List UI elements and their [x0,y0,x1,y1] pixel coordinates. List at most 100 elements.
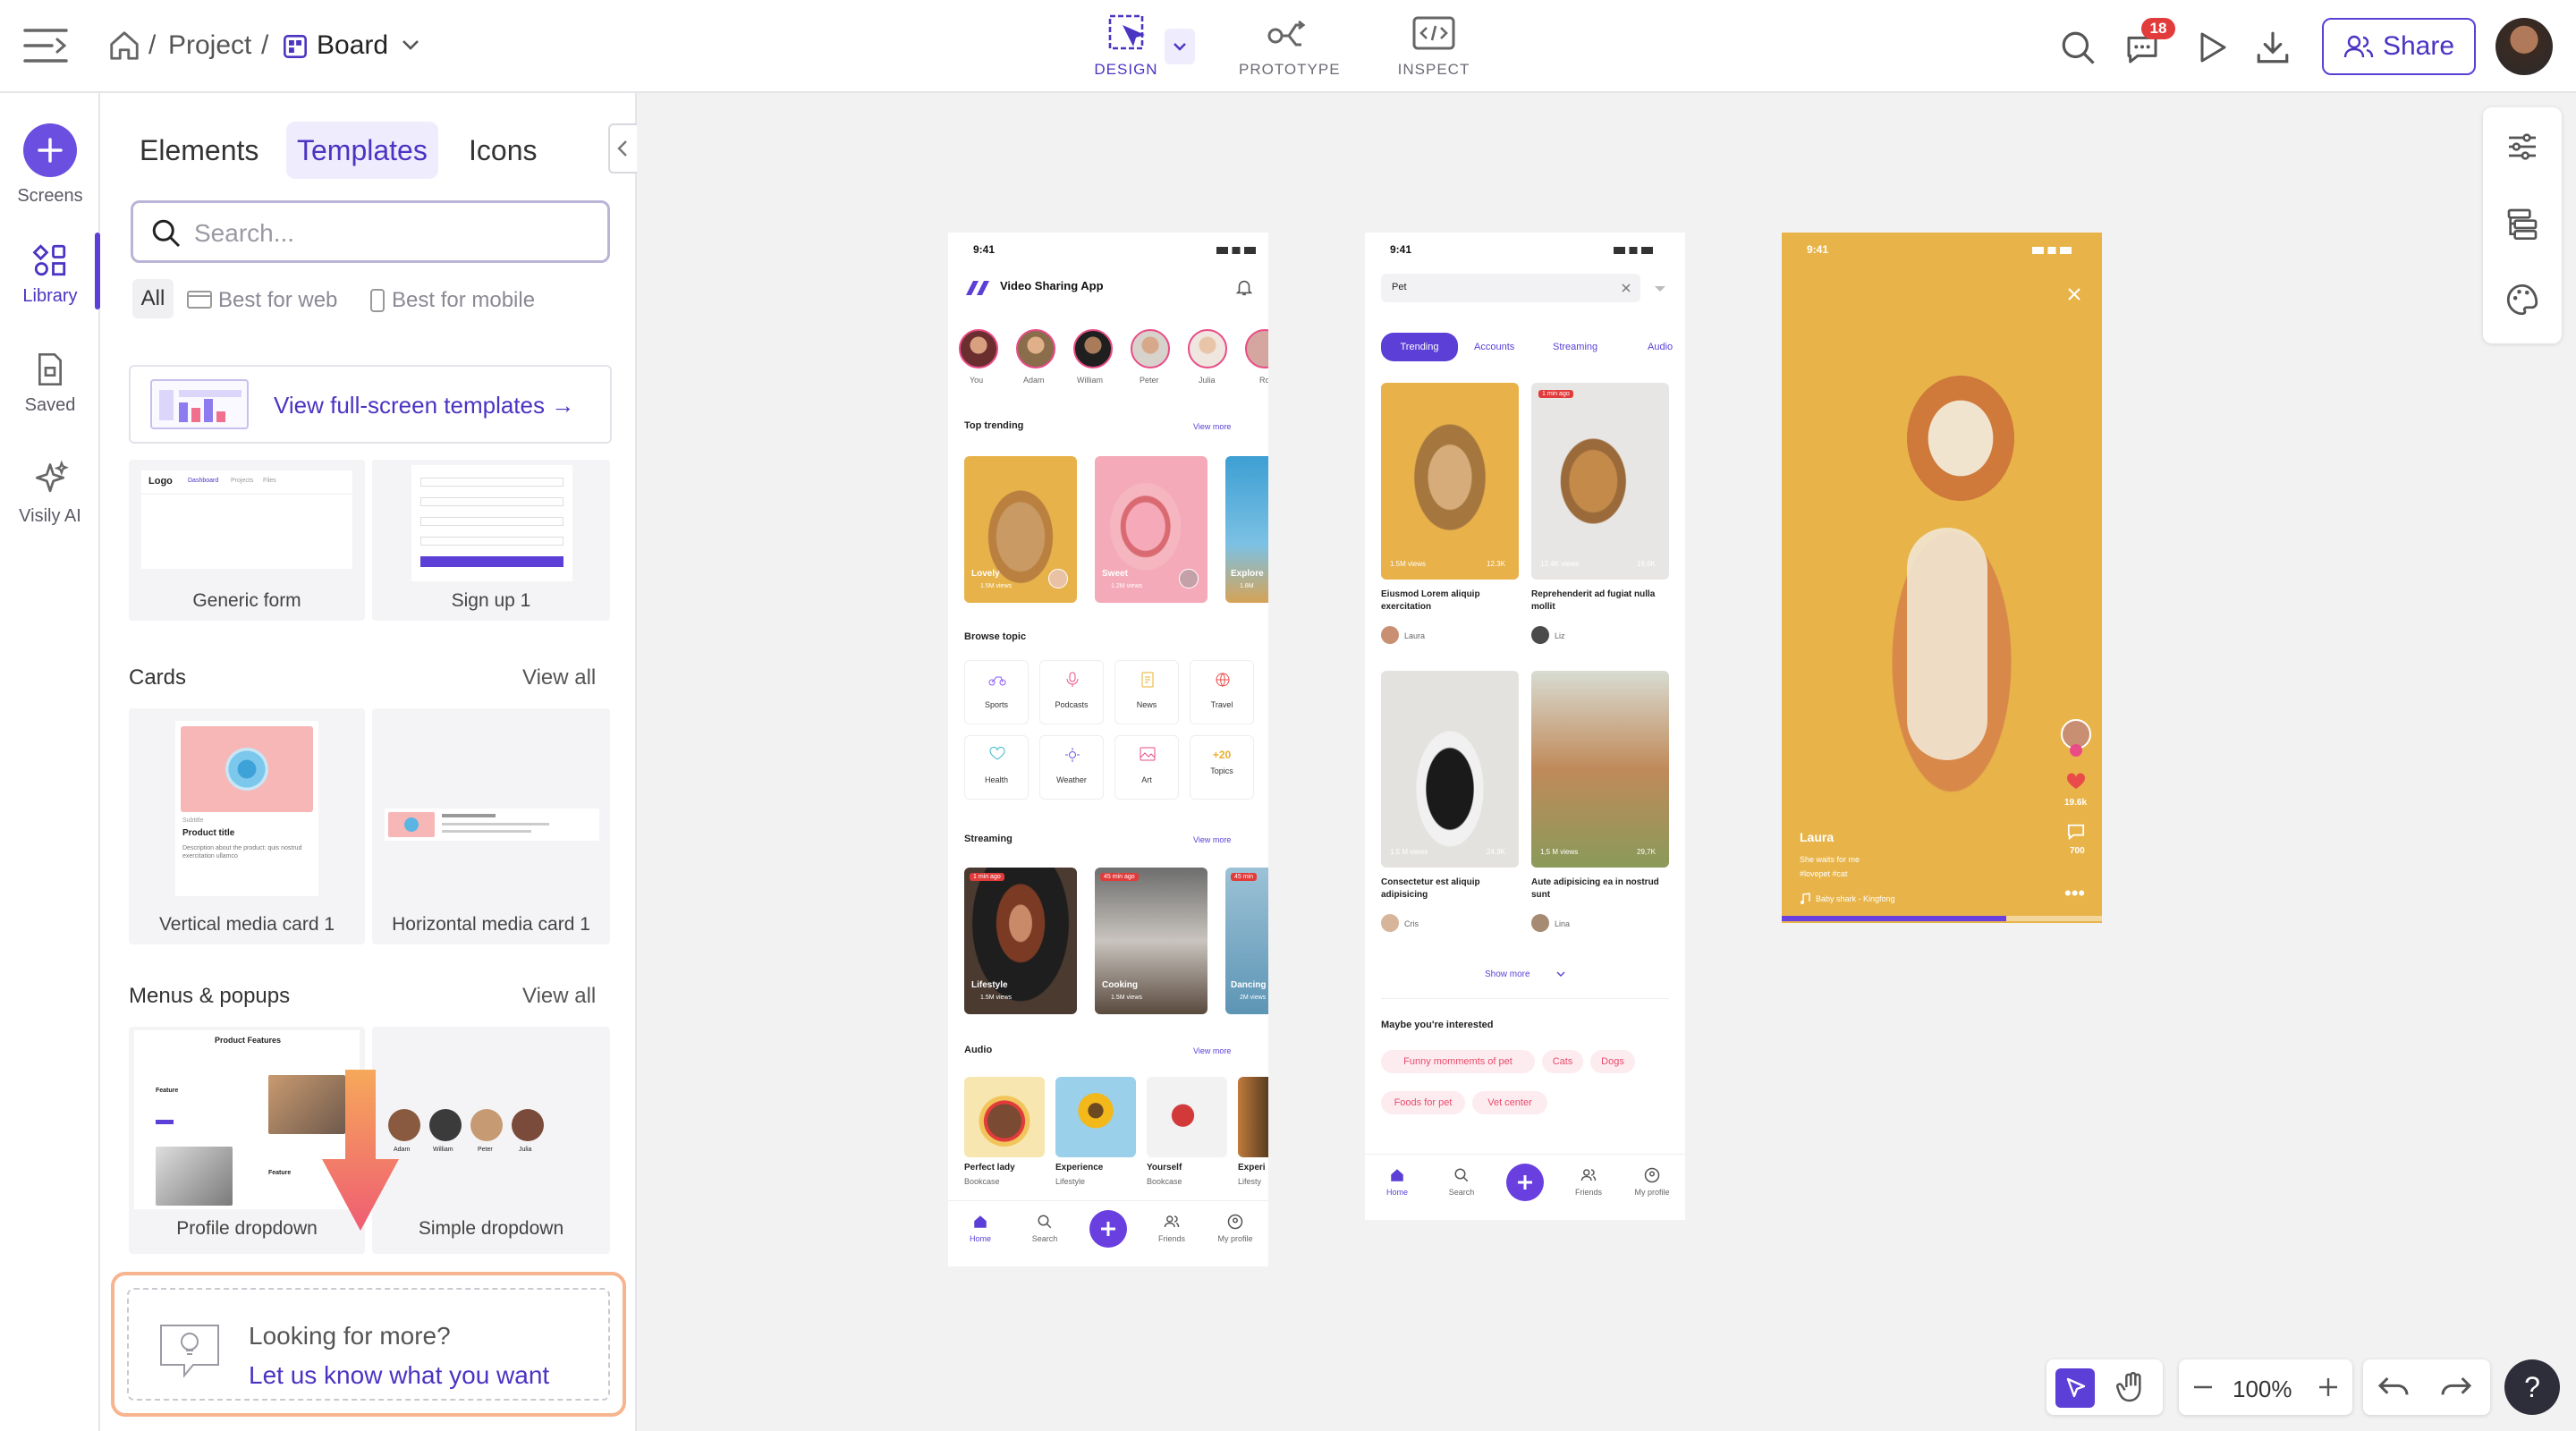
bell-icon[interactable] [1234,277,1254,301]
topic-travel[interactable]: Travel [1190,660,1254,724]
tab-templates[interactable]: Templates [286,122,438,179]
interest-tag[interactable]: Funny mommemts of pet [1381,1050,1535,1073]
tab-my-profile[interactable]: My profile [1628,1167,1676,1197]
redo-icon[interactable] [2438,1372,2474,1402]
chevron-down-icon[interactable] [401,38,420,56]
undo-icon[interactable] [2376,1372,2411,1402]
help-button[interactable]: ? [2504,1359,2560,1415]
mode-design[interactable]: DESIGN [1077,13,1175,79]
tab-home[interactable]: Home [961,1214,1000,1243]
tab-search[interactable]: Search [1442,1167,1481,1197]
show-more-button[interactable]: Show more [1485,970,1530,979]
stream-card[interactable]: 45 min Dancing 2M views [1225,868,1268,1014]
audio-cover[interactable] [1147,1077,1227,1157]
video-progress-track[interactable] [1782,916,2102,921]
story-avatar[interactable] [1016,329,1055,368]
tab-home[interactable]: Home [1377,1167,1417,1197]
tab-trending[interactable]: Trending [1381,333,1458,361]
story-avatar[interactable] [959,329,998,368]
tab-friends[interactable]: Friends [1569,1167,1608,1197]
template-horizontal-media-card[interactable]: Horizontal media card 1 [372,708,610,944]
zoom-out-button[interactable] [2190,1374,2216,1401]
filter-best-for-web[interactable]: Best for web [218,288,337,313]
mode-prototype[interactable]: PROTOTYPE [1239,13,1340,79]
filter-all[interactable]: All [132,279,174,318]
view-more-link[interactable]: View more [1193,422,1231,431]
template-sign-up-1[interactable]: Sign up 1 [372,460,610,621]
interest-tag[interactable]: Vet center [1472,1091,1547,1114]
more-icon[interactable]: ••• [2064,884,2085,903]
cards-view-all-link[interactable]: View all [522,665,596,690]
topic-news[interactable]: News [1114,660,1179,724]
tab-icons[interactable]: Icons [458,122,547,179]
topic-weather[interactable]: Weather [1039,735,1104,800]
template-vertical-media-card[interactable]: Subtitle Product title Description about… [129,708,365,944]
story-avatar[interactable] [1245,329,1268,368]
audio-cover[interactable] [964,1077,1045,1157]
share-button[interactable]: Share [2322,18,2476,75]
topic-art[interactable]: Art [1114,735,1179,800]
screen-home[interactable]: 9:41 Video Sharing App You Adam William … [948,233,1268,1266]
filter-dropdown-icon[interactable] [1653,284,1667,293]
audio-cover[interactable] [1238,1077,1268,1157]
download-icon[interactable] [2254,29,2292,71]
collapse-panel-button[interactable] [608,123,637,174]
nav-visily-ai[interactable]: Visily AI [0,460,100,527]
tab-search[interactable]: Search [1025,1214,1064,1243]
hand-icon[interactable] [2114,1369,2150,1405]
feedback-card[interactable]: Looking for more? Let us know what you w… [111,1272,626,1417]
result-thumbnail[interactable]: 1 min ago 12.4K views 19,6K [1531,383,1669,580]
screen-search-results[interactable]: 9:41 Pet Trending Accounts Streaming Aud… [1365,233,1685,1220]
screen-video-player[interactable]: 9:41 19.6k 700 ••• Laura She waits for m… [1782,233,2102,923]
fullscreen-templates-banner[interactable]: View full-screen templates → [129,365,612,444]
comment-icon[interactable] [2066,823,2086,841]
trending-card[interactable]: Explore 1.8M [1225,456,1268,603]
filter-best-for-mobile[interactable]: Best for mobile [392,288,535,313]
template-generic-form[interactable]: Logo Dashboard Projects Files Generic fo… [129,460,365,621]
heart-icon[interactable] [2066,773,2086,791]
story-avatar[interactable] [1188,329,1227,368]
home-icon[interactable] [107,29,141,67]
tab-audio[interactable]: Audio [1648,342,1673,352]
tab-accounts[interactable]: Accounts [1474,342,1514,352]
search-icon[interactable] [2059,29,2097,71]
design-canvas[interactable]: 9:41 Video Sharing App You Adam William … [637,93,2576,1431]
add-button[interactable] [1506,1164,1544,1201]
avatar[interactable] [2496,18,2553,75]
view-more-link[interactable]: View more [1193,1046,1231,1055]
mode-inspect[interactable]: INSPECT [1385,13,1483,79]
zoom-level[interactable]: 100% [2233,1376,2292,1403]
select-tool-button[interactable] [2055,1368,2095,1408]
zoom-in-button[interactable] [2315,1374,2342,1401]
tab-my-profile[interactable]: My profile [1211,1214,1259,1243]
fullscreen-templates-link[interactable]: View full-screen templates → [274,392,574,419]
menu-icon[interactable] [23,27,68,69]
nav-library[interactable]: Library [0,241,100,307]
audio-cover[interactable] [1055,1077,1136,1157]
template-simple-dropdown[interactable]: Adam William Peter Julia Simple dropdown [372,1027,610,1254]
search-input[interactable]: Search... [131,200,610,263]
clear-icon[interactable] [1621,283,1631,293]
tab-streaming[interactable]: Streaming [1553,342,1597,352]
nav-saved[interactable]: Saved [0,351,100,416]
interest-tag[interactable]: Dogs [1590,1050,1635,1073]
palette-icon[interactable] [2504,281,2541,318]
result-thumbnail[interactable]: 1.5M views 12.3K [1381,383,1519,580]
add-button[interactable] [1089,1210,1127,1248]
adjustments-icon[interactable] [2504,129,2540,165]
view-more-link[interactable]: View more [1193,835,1231,844]
trending-card[interactable]: Lovely 1.5M views [964,456,1077,603]
feedback-link[interactable]: Let us know what you want [249,1361,549,1390]
play-icon[interactable] [2193,29,2229,71]
topic-podcasts[interactable]: Podcasts [1039,660,1104,724]
result-thumbnail[interactable]: 1.5 M views 24.3K [1381,671,1519,868]
result-thumbnail[interactable]: 1,5 M views 29,7K [1531,671,1669,868]
nav-screens[interactable]: Screens [0,123,100,207]
stream-card[interactable]: 1 min ago Lifestyle 1.5M views [964,868,1077,1014]
topic-more[interactable]: +20 Topics [1190,735,1254,800]
search-input[interactable]: Pet [1381,274,1640,302]
tab-friends[interactable]: Friends [1152,1214,1191,1243]
topic-sports[interactable]: Sports [964,660,1029,724]
trending-card[interactable]: Sweet 1.2M views [1095,456,1208,603]
topic-health[interactable]: Health [964,735,1029,800]
